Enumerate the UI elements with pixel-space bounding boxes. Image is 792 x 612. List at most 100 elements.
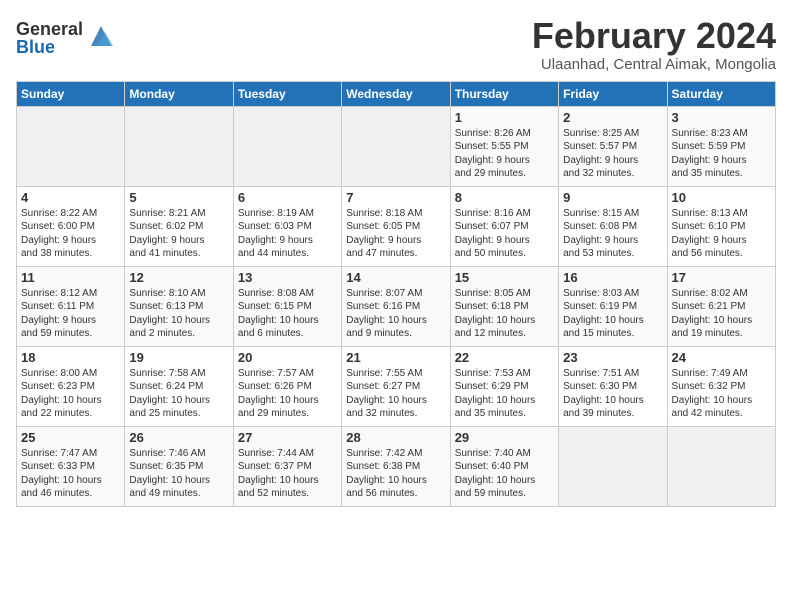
day-number: 15 bbox=[455, 270, 554, 285]
day-number: 29 bbox=[455, 430, 554, 445]
location-subtitle: Ulaanhad, Central Aimak, Mongolia bbox=[532, 56, 776, 73]
calendar-week-row: 25 Sunrise: 7:47 AM Sunset: 6:33 PM Dayli… bbox=[17, 426, 776, 506]
day-info: Sunrise: 8:25 AM Sunset: 5:57 PM Dayligh… bbox=[563, 127, 662, 181]
calendar-cell: 10Sunrise: 8:13 AM Sunset: 6:10 PM Dayli… bbox=[667, 186, 775, 266]
day-info: Sunrise: 8:05 AM Sunset: 6:18 PM Dayligh… bbox=[455, 287, 554, 341]
weekday-header-friday: Friday bbox=[559, 81, 667, 106]
day-info: Sunrise: 7:57 AM Sunset: 6:26 PM Dayligh… bbox=[238, 367, 337, 421]
calendar-cell: 14 Sunrise: 8:07 AM Sunset: 6:16 PM Dayli… bbox=[342, 266, 450, 346]
weekday-header-row: SundayMondayTuesdayWednesdayThursdayFrid… bbox=[17, 81, 776, 106]
day-info: Sunrise: 7:47 AM Sunset: 6:33 PM Dayligh… bbox=[21, 447, 120, 501]
calendar-cell: 18 Sunrise: 8:00 AM Sunset: 6:23 PM Dayli… bbox=[17, 346, 125, 426]
day-info: Sunrise: 7:42 AM Sunset: 6:38 PM Dayligh… bbox=[346, 447, 445, 501]
day-info: Sunrise: 7:51 AM Sunset: 6:30 PM Dayligh… bbox=[563, 367, 662, 421]
day-number: 1 bbox=[455, 110, 554, 125]
day-number: 27 bbox=[238, 430, 337, 445]
day-info: Sunrise: 8:23 AM Sunset: 5:59 PM Dayligh… bbox=[672, 127, 771, 181]
calendar-cell: 26 Sunrise: 7:46 AM Sunset: 6:35 PM Dayli… bbox=[125, 426, 233, 506]
calendar-cell: 9 Sunrise: 8:15 AM Sunset: 6:08 PM Daylig… bbox=[559, 186, 667, 266]
day-info: Sunrise: 8:26 AM Sunset: 5:55 PM Dayligh… bbox=[455, 127, 554, 181]
day-number: 21 bbox=[346, 350, 445, 365]
day-number: 18 bbox=[21, 350, 120, 365]
calendar-cell: 25 Sunrise: 7:47 AM Sunset: 6:33 PM Dayli… bbox=[17, 426, 125, 506]
logo-blue: Blue bbox=[16, 38, 83, 56]
day-number: 14 bbox=[346, 270, 445, 285]
calendar-body: 1 Sunrise: 8:26 AM Sunset: 5:55 PM Daylig… bbox=[17, 106, 776, 506]
calendar-week-row: 4Sunrise: 8:22 AM Sunset: 6:00 PM Daylig… bbox=[17, 186, 776, 266]
day-info: Sunrise: 8:18 AM Sunset: 6:05 PM Dayligh… bbox=[346, 207, 445, 261]
calendar-cell: 6 Sunrise: 8:19 AM Sunset: 6:03 PM Daylig… bbox=[233, 186, 341, 266]
calendar-week-row: 18 Sunrise: 8:00 AM Sunset: 6:23 PM Dayli… bbox=[17, 346, 776, 426]
calendar-cell bbox=[125, 106, 233, 186]
day-number: 26 bbox=[129, 430, 228, 445]
calendar-cell: 28 Sunrise: 7:42 AM Sunset: 6:38 PM Dayli… bbox=[342, 426, 450, 506]
title-block: February 2024 Ulaanhad, Central Aimak, M… bbox=[532, 16, 776, 73]
day-info: Sunrise: 8:19 AM Sunset: 6:03 PM Dayligh… bbox=[238, 207, 337, 261]
day-number: 8 bbox=[455, 190, 554, 205]
day-info: Sunrise: 7:49 AM Sunset: 6:32 PM Dayligh… bbox=[672, 367, 771, 421]
day-info: Sunrise: 7:58 AM Sunset: 6:24 PM Dayligh… bbox=[129, 367, 228, 421]
day-info: Sunrise: 7:46 AM Sunset: 6:35 PM Dayligh… bbox=[129, 447, 228, 501]
day-number: 9 bbox=[563, 190, 662, 205]
day-number: 3 bbox=[672, 110, 771, 125]
calendar-cell: 15 Sunrise: 8:05 AM Sunset: 6:18 PM Dayli… bbox=[450, 266, 558, 346]
day-info: Sunrise: 8:02 AM Sunset: 6:21 PM Dayligh… bbox=[672, 287, 771, 341]
calendar-cell: 16Sunrise: 8:03 AM Sunset: 6:19 PM Dayli… bbox=[559, 266, 667, 346]
day-number: 28 bbox=[346, 430, 445, 445]
logo: General Blue bbox=[16, 20, 115, 56]
calendar-cell: 19 Sunrise: 7:58 AM Sunset: 6:24 PM Dayli… bbox=[125, 346, 233, 426]
day-number: 22 bbox=[455, 350, 554, 365]
day-number: 10 bbox=[672, 190, 771, 205]
day-info: Sunrise: 8:10 AM Sunset: 6:13 PM Dayligh… bbox=[129, 287, 228, 341]
weekday-header-tuesday: Tuesday bbox=[233, 81, 341, 106]
calendar-cell: 13 Sunrise: 8:08 AM Sunset: 6:15 PM Dayli… bbox=[233, 266, 341, 346]
calendar-cell: 17 Sunrise: 8:02 AM Sunset: 6:21 PM Dayli… bbox=[667, 266, 775, 346]
calendar-cell: 24Sunrise: 7:49 AM Sunset: 6:32 PM Dayli… bbox=[667, 346, 775, 426]
calendar-cell bbox=[342, 106, 450, 186]
day-number: 16 bbox=[563, 270, 662, 285]
weekday-header-saturday: Saturday bbox=[667, 81, 775, 106]
day-info: Sunrise: 8:00 AM Sunset: 6:23 PM Dayligh… bbox=[21, 367, 120, 421]
day-number: 17 bbox=[672, 270, 771, 285]
calendar-cell: 12 Sunrise: 8:10 AM Sunset: 6:13 PM Dayli… bbox=[125, 266, 233, 346]
day-number: 23 bbox=[563, 350, 662, 365]
weekday-header-wednesday: Wednesday bbox=[342, 81, 450, 106]
calendar-cell: 2 Sunrise: 8:25 AM Sunset: 5:57 PM Daylig… bbox=[559, 106, 667, 186]
day-number: 5 bbox=[129, 190, 228, 205]
day-info: Sunrise: 8:16 AM Sunset: 6:07 PM Dayligh… bbox=[455, 207, 554, 261]
day-info: Sunrise: 8:07 AM Sunset: 6:16 PM Dayligh… bbox=[346, 287, 445, 341]
day-number: 25 bbox=[21, 430, 120, 445]
day-number: 2 bbox=[563, 110, 662, 125]
day-number: 12 bbox=[129, 270, 228, 285]
day-number: 13 bbox=[238, 270, 337, 285]
calendar-cell bbox=[667, 426, 775, 506]
calendar-cell bbox=[17, 106, 125, 186]
calendar-cell: 21 Sunrise: 7:55 AM Sunset: 6:27 PM Dayli… bbox=[342, 346, 450, 426]
day-info: Sunrise: 8:08 AM Sunset: 6:15 PM Dayligh… bbox=[238, 287, 337, 341]
day-info: Sunrise: 7:53 AM Sunset: 6:29 PM Dayligh… bbox=[455, 367, 554, 421]
calendar-cell: 20 Sunrise: 7:57 AM Sunset: 6:26 PM Dayli… bbox=[233, 346, 341, 426]
calendar-cell: 1 Sunrise: 8:26 AM Sunset: 5:55 PM Daylig… bbox=[450, 106, 558, 186]
day-info: Sunrise: 8:21 AM Sunset: 6:02 PM Dayligh… bbox=[129, 207, 228, 261]
calendar-cell: 5 Sunrise: 8:21 AM Sunset: 6:02 PM Daylig… bbox=[125, 186, 233, 266]
calendar-cell: 4Sunrise: 8:22 AM Sunset: 6:00 PM Daylig… bbox=[17, 186, 125, 266]
calendar-cell: 3 Sunrise: 8:23 AM Sunset: 5:59 PM Daylig… bbox=[667, 106, 775, 186]
day-number: 6 bbox=[238, 190, 337, 205]
calendar-cell: 11Sunrise: 8:12 AM Sunset: 6:11 PM Dayli… bbox=[17, 266, 125, 346]
weekday-header-sunday: Sunday bbox=[17, 81, 125, 106]
weekday-header-thursday: Thursday bbox=[450, 81, 558, 106]
month-year-title: February 2024 bbox=[532, 16, 776, 56]
calendar-cell: 23 Sunrise: 7:51 AM Sunset: 6:30 PM Dayli… bbox=[559, 346, 667, 426]
day-number: 11 bbox=[21, 270, 120, 285]
calendar-cell bbox=[559, 426, 667, 506]
page-header: General Blue February 2024 Ulaanhad, Cen… bbox=[16, 16, 776, 73]
calendar-cell: 22 Sunrise: 7:53 AM Sunset: 6:29 PM Dayli… bbox=[450, 346, 558, 426]
day-number: 19 bbox=[129, 350, 228, 365]
day-info: Sunrise: 7:40 AM Sunset: 6:40 PM Dayligh… bbox=[455, 447, 554, 501]
calendar-cell: 29 Sunrise: 7:40 AM Sunset: 6:40 PM Dayli… bbox=[450, 426, 558, 506]
calendar-week-row: 11Sunrise: 8:12 AM Sunset: 6:11 PM Dayli… bbox=[17, 266, 776, 346]
day-number: 20 bbox=[238, 350, 337, 365]
day-info: Sunrise: 7:55 AM Sunset: 6:27 PM Dayligh… bbox=[346, 367, 445, 421]
weekday-header-monday: Monday bbox=[125, 81, 233, 106]
day-info: Sunrise: 8:15 AM Sunset: 6:08 PM Dayligh… bbox=[563, 207, 662, 261]
